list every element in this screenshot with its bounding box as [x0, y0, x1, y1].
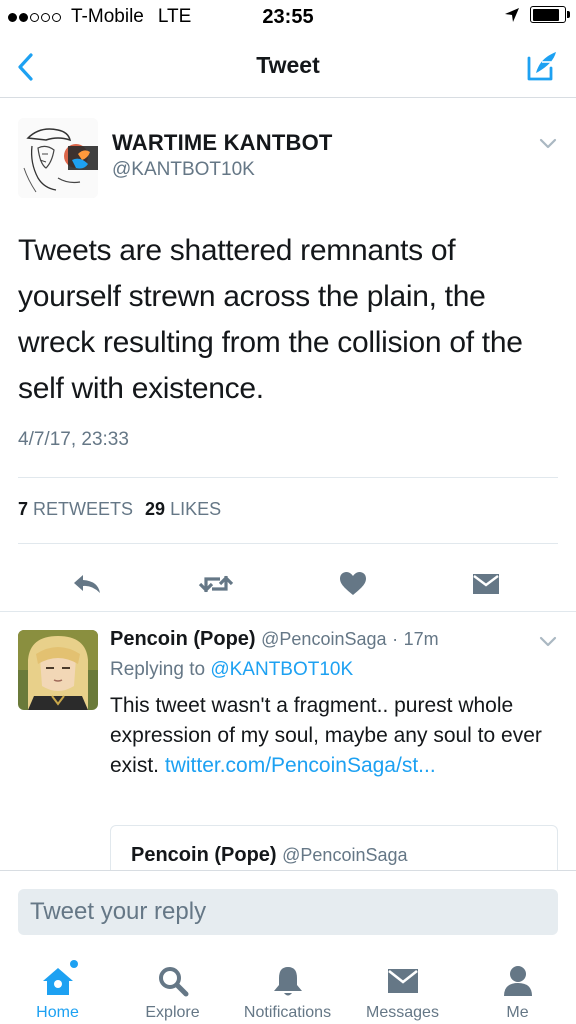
retweets-stat[interactable]: 7 RETWEETS — [18, 499, 133, 520]
reply-tweet-text: This tweet wasn't a fragment.. purest wh… — [110, 691, 560, 781]
author-name[interactable]: WARTIME KANTBOT — [112, 130, 333, 156]
pencoin-avatar-image — [18, 630, 98, 710]
chevron-down-icon — [539, 138, 557, 149]
direct-message-button[interactable] — [466, 564, 506, 604]
battery-icon — [530, 6, 570, 23]
replying-to: Replying to @KANTBOT10K — [110, 659, 353, 681]
author-handle[interactable]: @KANTBOT10K — [112, 159, 255, 181]
battery-level — [532, 8, 559, 21]
person-icon — [503, 966, 532, 996]
tab-label: Explore — [145, 1004, 200, 1021]
tab-home[interactable]: Home — [0, 952, 115, 1022]
divider — [18, 543, 558, 544]
tweet-actions — [0, 556, 576, 612]
replying-handle-link[interactable]: @KANTBOT10K — [210, 659, 353, 680]
dm-icon — [473, 574, 499, 594]
tweet-text: Tweets are shattered remnants of yoursel… — [18, 234, 523, 405]
meta-separator: · — [392, 629, 399, 649]
new-content-dot — [69, 960, 78, 968]
tab-me[interactable]: Me — [460, 952, 575, 1022]
tab-notifications[interactable]: Notifications — [230, 952, 345, 1022]
tab-label: Messages — [366, 1004, 439, 1021]
tab-bar: Home Explore Notifications Messages Me — [0, 946, 576, 1024]
avatar[interactable] — [18, 118, 98, 198]
tweet-link[interactable]: twitter.com/PencoinSaga/st... — [165, 754, 436, 777]
quote-header: Pencoin (Pope) @PencoinSaga — [131, 844, 408, 867]
status-bar: T-Mobile LTE 23:55 — [0, 0, 576, 36]
tweet-options-button[interactable] — [538, 136, 558, 150]
compose-button[interactable] — [524, 48, 560, 84]
status-right — [504, 6, 570, 23]
bell-icon — [273, 967, 302, 996]
tweet-stats: 7 RETWEETS 29 LIKES — [18, 499, 221, 520]
replying-prefix: Replying to — [110, 659, 206, 680]
nav-bar: Tweet — [0, 36, 576, 98]
divider — [18, 477, 558, 478]
reply-tweet[interactable]: Pencoin (Pope) @PencoinSaga · 17m Replyi… — [0, 612, 576, 872]
tweet-timestamp: 4/7/17, 23:33 — [18, 429, 129, 450]
tweet-age: 17m — [403, 629, 439, 649]
reply-icon — [74, 575, 100, 593]
quote-author-name: Pencoin (Pope) — [131, 844, 277, 866]
tab-messages[interactable]: Messages — [345, 952, 460, 1022]
search-icon — [158, 967, 188, 997]
tab-label: Home — [36, 1004, 79, 1021]
status-time: 23:55 — [262, 6, 314, 28]
reply-composer: Tweet your reply — [0, 870, 576, 946]
author-handle[interactable]: @PencoinSaga — [261, 629, 386, 649]
tab-label: Notifications — [243, 1004, 332, 1021]
retweet-icon — [198, 575, 234, 593]
envelope-icon — [387, 969, 418, 993]
reply-header: Pencoin (Pope) @PencoinSaga · 17m — [110, 628, 439, 651]
page-title: Tweet — [256, 52, 320, 78]
quoted-tweet-card[interactable]: Pencoin (Pope) @PencoinSaga — [110, 825, 558, 872]
tab-explore[interactable]: Explore — [115, 952, 230, 1022]
author-name[interactable]: Pencoin (Pope) — [110, 628, 256, 650]
quote-author-handle: @PencoinSaga — [282, 845, 408, 865]
like-button[interactable] — [333, 564, 373, 604]
kantbot-avatar-image — [18, 118, 98, 198]
location-arrow-icon — [505, 7, 519, 22]
tweet-options-button[interactable] — [538, 634, 558, 648]
avatar[interactable] — [18, 630, 98, 710]
retweet-button[interactable] — [196, 564, 236, 604]
reply-button[interactable] — [67, 564, 107, 604]
reply-input[interactable]: Tweet your reply — [18, 889, 558, 935]
home-icon — [42, 968, 73, 995]
tab-label: Me — [506, 1004, 529, 1021]
chevron-down-icon — [539, 636, 557, 647]
compose-icon — [527, 52, 556, 81]
likes-stat[interactable]: 29 LIKES — [145, 499, 221, 520]
like-icon — [340, 572, 366, 595]
